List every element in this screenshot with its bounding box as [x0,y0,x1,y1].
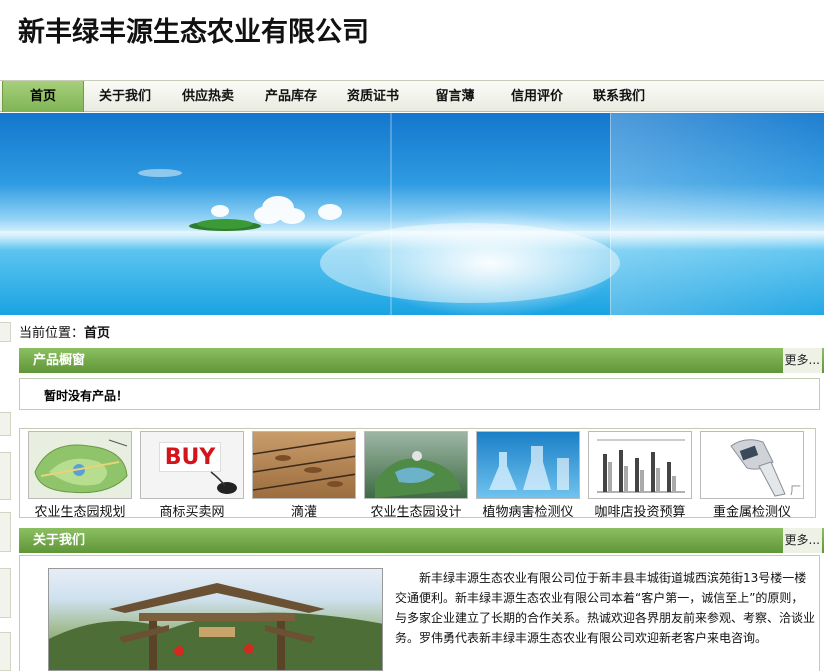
nav-item-home[interactable]: 首页 [2,81,84,112]
drip-irrigation-image[interactable] [252,431,356,499]
product-caption[interactable]: 农业生态园规划 [28,501,132,517]
product-caption[interactable]: 商标买卖网 [140,501,244,517]
left-sidebar-edge [0,322,11,342]
park-aerial-image[interactable] [364,431,468,499]
nav-item-guestbook[interactable]: 留言薄 [414,81,496,112]
breadcrumb-current[interactable]: 首页 [84,326,110,341]
product-item[interactable]: 厂 重金属检测仪 [700,431,804,517]
product-item[interactable]: 咖啡店投资预算 [588,431,692,517]
product-caption[interactable]: 植物病害检测仪 [476,501,580,517]
product-caption[interactable]: 农业生态园设计 [364,501,468,517]
product-caption[interactable]: 滴灌 [252,501,356,517]
bar-chart-image[interactable] [588,431,692,499]
product-caption[interactable]: 咖啡店投资预算 [588,501,692,517]
main-nav: 首页 关于我们 供应热卖 产品库存 资质证书 留言薄 信用评价 联系我们 [0,80,824,112]
buy-key-image[interactable]: BUY [140,431,244,499]
product-caption[interactable]: 重金属检测仪 [700,501,804,517]
product-item[interactable]: 滴灌 [252,431,356,517]
product-item[interactable]: BUY 商标买卖网 [140,431,244,517]
nav-item-certificates[interactable]: 资质证书 [332,81,414,112]
nav-item-contact[interactable]: 联系我们 [578,81,660,112]
empty-message: 暂时没有产品！ [44,389,129,403]
showcase-title: 产品橱窗 [33,353,86,368]
breadcrumb-prefix: 当前位置： [19,326,85,341]
left-sidebar-edge [0,512,11,552]
product-item[interactable]: 植物病害检测仪 [476,431,580,517]
nav-item-about[interactable]: 关于我们 [84,81,166,112]
detector-device-image[interactable]: 厂 [700,431,804,499]
left-sidebar-edge [0,412,11,436]
left-sidebar-edge [0,452,11,500]
showcase-header: 产品橱窗 更多... [19,348,824,373]
about-more-link[interactable]: 更多... [782,528,822,553]
about-header: 关于我们 更多... [19,528,824,553]
site-title: 新丰绿丰源生态农业有限公司 [18,17,369,48]
hero-banner [0,113,824,315]
showcase-empty-box: 暂时没有产品！ [19,378,820,410]
product-item[interactable]: 农业生态园设计 [364,431,468,517]
about-title: 关于我们 [33,533,86,548]
left-sidebar-edge [0,568,11,618]
breadcrumb: 当前位置：首页 [19,322,110,341]
left-sidebar-edge [0,632,11,671]
nav-item-stock[interactable]: 产品库存 [250,81,332,112]
nav-item-credit[interactable]: 信用评价 [496,81,578,112]
product-item[interactable]: 农业生态园规划 [28,431,132,517]
showcase-more-link[interactable]: 更多... [782,348,822,373]
company-gate-photo [48,568,383,671]
park-map-image[interactable] [28,431,132,499]
about-description: 新丰绿丰源生态农业有限公司位于新丰县丰城街道城西滨苑街13号楼一楼交通便利。新丰… [395,571,816,645]
lab-glassware-image[interactable] [476,431,580,499]
nav-item-supply[interactable]: 供应热卖 [166,81,250,112]
product-carousel: 农业生态园规划 BUY 商标买卖网 滴灌 农业生态园设计 植物病害检测仪 咖啡店… [19,428,816,518]
